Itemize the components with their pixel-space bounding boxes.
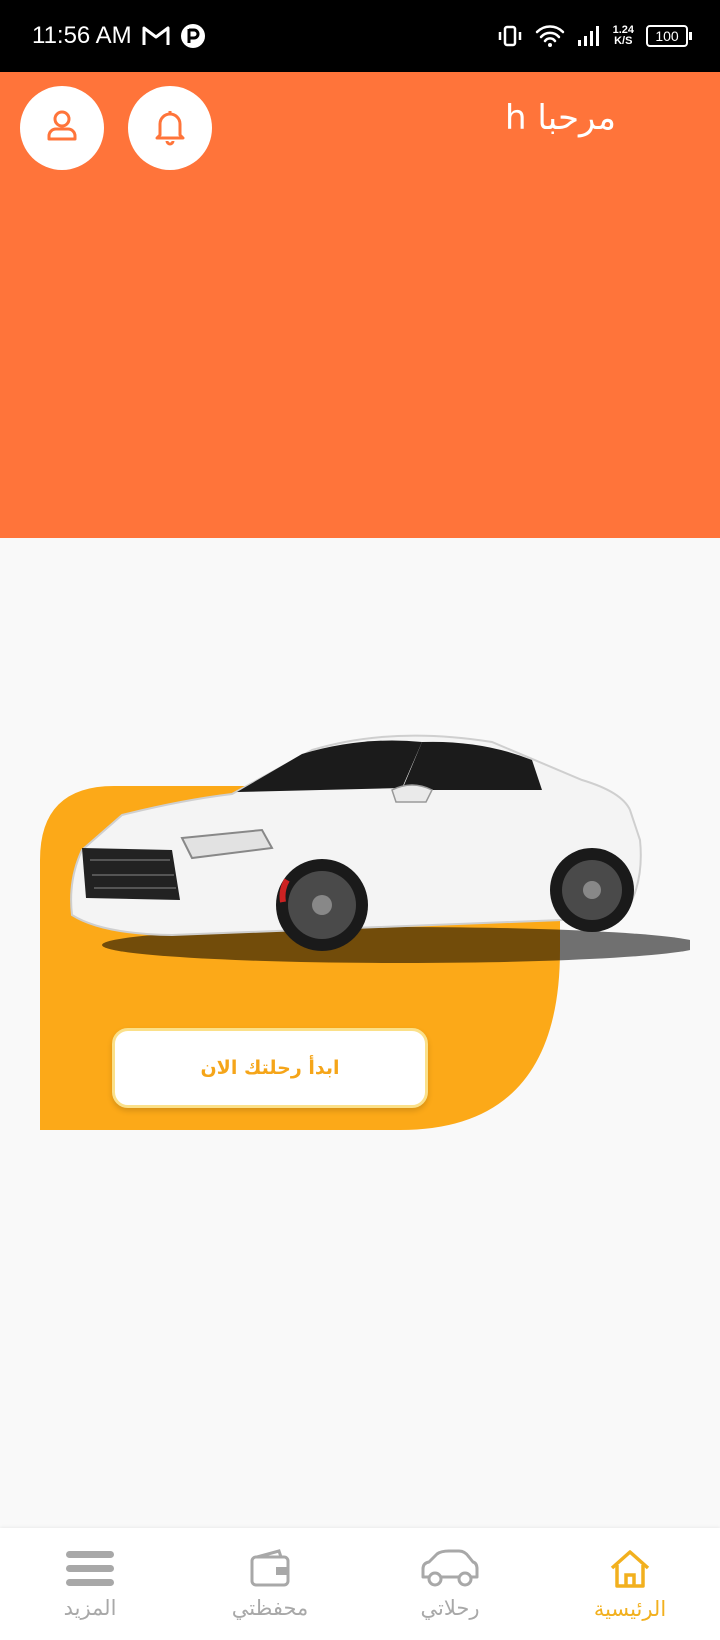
status-left: 11:56 AM — [32, 22, 206, 50]
network-speed: 1.24 K/S — [613, 25, 634, 47]
app-notification-icon — [180, 23, 206, 49]
nav-item-wallet[interactable]: محفظتي — [180, 1528, 360, 1640]
bottom-nav: المزيد محفظتي رحلاتي الرئيسية — [0, 1528, 720, 1640]
wallet-icon — [249, 1548, 291, 1594]
nav-item-home[interactable]: الرئيسية — [540, 1528, 720, 1640]
battery-icon: 100 — [646, 25, 692, 47]
gmail-icon — [142, 25, 170, 47]
nav-item-more[interactable]: المزيد — [0, 1528, 180, 1640]
nav-label-trips: رحلاتي — [420, 1595, 480, 1620]
profile-button[interactable] — [20, 86, 104, 170]
nav-item-trips[interactable]: رحلاتي — [360, 1528, 540, 1640]
home-icon — [608, 1548, 652, 1595]
promo-card: ابدأ رحلتك الان — [40, 730, 690, 1130]
status-right: 1.24 K/S 100 — [497, 24, 692, 48]
car-icon — [419, 1549, 481, 1594]
signal-icon — [577, 25, 601, 47]
car-image — [70, 734, 690, 963]
user-icon — [42, 106, 82, 150]
hero-header: مرحبا h — [0, 72, 720, 538]
status-bar: 11:56 AM 1.24 K/S 100 — [0, 0, 720, 72]
notifications-button[interactable] — [128, 86, 212, 170]
nav-label-home: الرئيسية — [593, 1596, 667, 1621]
network-speed-unit: K/S — [614, 35, 633, 47]
bell-icon — [150, 106, 190, 150]
nav-label-wallet: محفظتي — [231, 1595, 309, 1620]
menu-icon — [64, 1549, 116, 1594]
wifi-icon — [535, 24, 565, 48]
vibrate-icon — [497, 24, 523, 48]
greeting-text: مرحبا h — [505, 98, 616, 138]
start-trip-button[interactable]: ابدأ رحلتك الان — [112, 1028, 428, 1108]
nav-label-more: المزيد — [63, 1595, 117, 1620]
status-time: 11:56 AM — [32, 22, 132, 49]
